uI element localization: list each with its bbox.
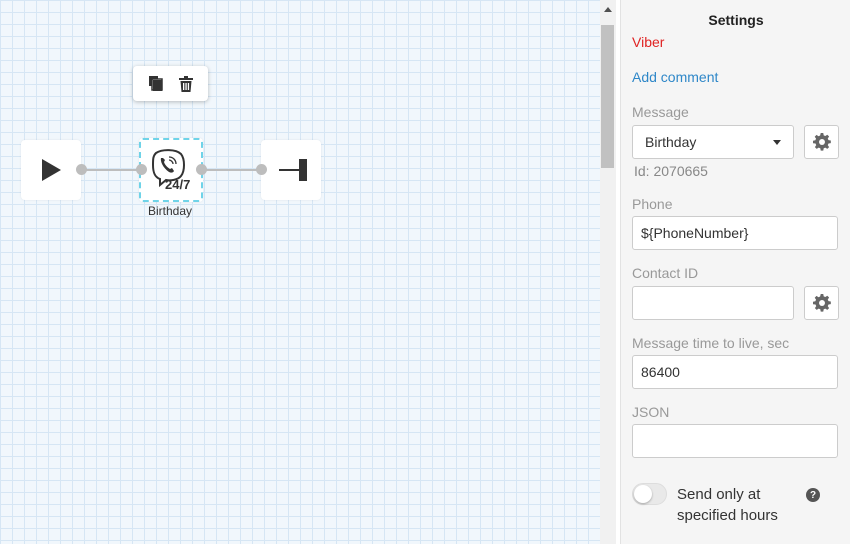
canvas-scrollbar[interactable] (600, 0, 616, 544)
viber-node[interactable]: 24/7 (139, 138, 203, 202)
phone-field-value: ${PhoneNumber} (641, 225, 749, 241)
message-select[interactable]: Birthday (632, 125, 794, 159)
gear-icon (812, 133, 831, 151)
ttl-field-value: 86400 (641, 364, 680, 380)
copy-icon (148, 76, 163, 91)
trash-icon (178, 75, 193, 92)
end-node[interactable] (261, 140, 321, 200)
ttl-field[interactable]: 86400 (632, 355, 838, 389)
end-input-port[interactable] (256, 164, 267, 175)
add-comment-link[interactable]: Add comment (632, 69, 718, 85)
scroll-thumb[interactable] (601, 25, 614, 168)
start-output-port[interactable] (76, 164, 87, 175)
contact-id-settings-button[interactable] (804, 286, 839, 320)
send-hours-toggle[interactable] (632, 483, 667, 505)
start-node[interactable] (21, 140, 81, 200)
help-icon[interactable]: ? (806, 488, 820, 502)
json-field[interactable] (632, 424, 838, 458)
edge-start-viber (82, 169, 142, 171)
svg-text:24/7: 24/7 (165, 177, 190, 191)
node-toolbar (133, 66, 208, 101)
delete-button[interactable] (177, 75, 195, 93)
copy-button[interactable] (147, 75, 165, 93)
viber-24-7-icon: 24/7 (151, 149, 190, 191)
send-hours-label: Send only at specified hours (677, 486, 778, 524)
block-type-label: Viber (632, 34, 665, 50)
arrow-up-icon (604, 6, 612, 12)
message-select-value: Birthday (645, 134, 697, 150)
settings-panel: Settings Viber Add comment Message Birth… (620, 0, 850, 544)
json-label: JSON (632, 404, 670, 420)
viber-node-label: Birthday (147, 204, 193, 218)
viber-input-port[interactable] (136, 164, 147, 175)
contact-id-label: Contact ID (632, 265, 699, 281)
chevron-down-icon (773, 139, 781, 145)
viber-output-port[interactable] (196, 164, 207, 175)
toggle-knob (634, 485, 652, 503)
ttl-label: Message time to live, sec (632, 335, 790, 351)
play-icon (42, 159, 61, 181)
message-label: Message (632, 104, 689, 120)
message-id: Id: 2070665 (634, 163, 708, 179)
panel-title: Settings (708, 12, 764, 28)
edge-viber-end (202, 169, 262, 171)
scroll-up-button[interactable] (600, 0, 616, 18)
phone-label: Phone (632, 196, 673, 212)
contact-id-field[interactable] (632, 286, 794, 320)
end-icon (279, 159, 307, 181)
flow-canvas[interactable]: 24/7 Birthday (0, 0, 600, 544)
message-settings-button[interactable] (804, 125, 839, 159)
phone-field[interactable]: ${PhoneNumber} (632, 216, 838, 250)
gear-icon (812, 294, 831, 312)
